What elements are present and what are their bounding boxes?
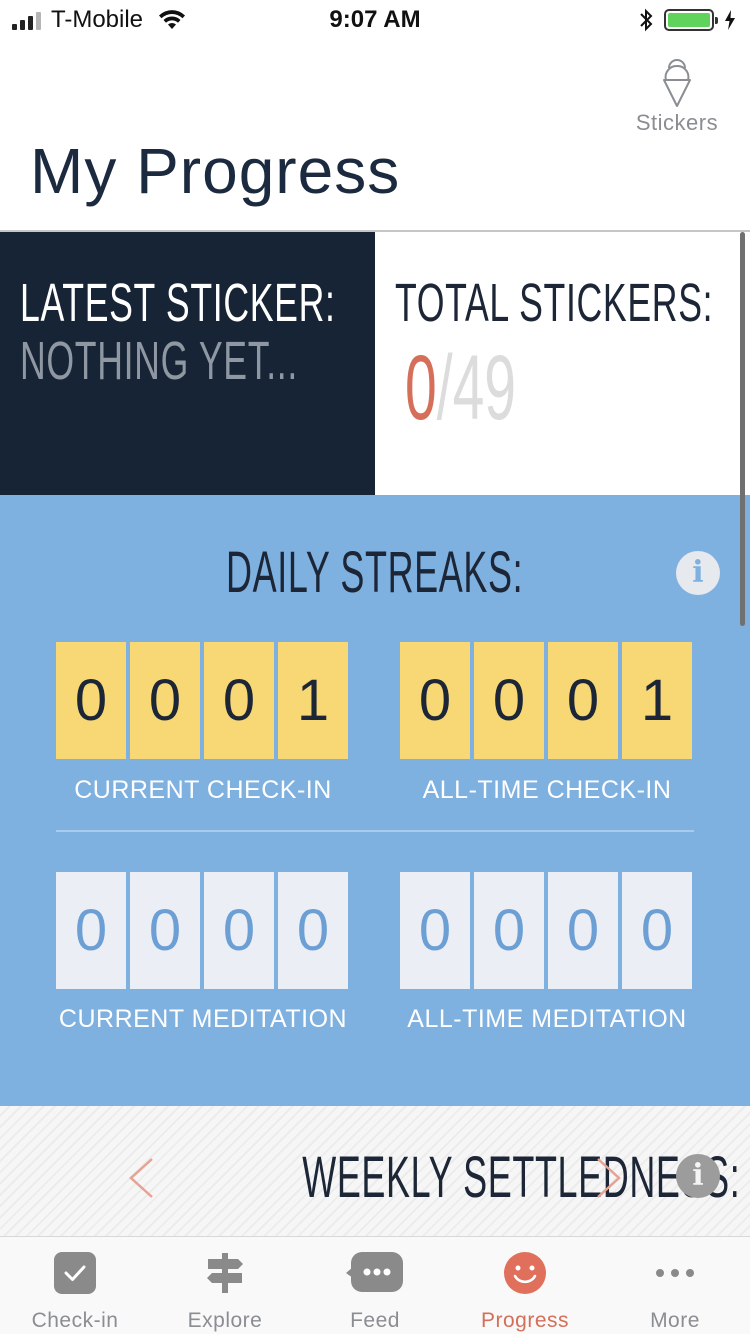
tab-progress[interactable]: Progress	[450, 1237, 600, 1334]
digit: 1	[278, 642, 348, 759]
chat-bubble-icon	[346, 1252, 403, 1292]
total-stickers-heading: TOTAL STICKERS:	[395, 273, 714, 333]
digit: 0	[400, 872, 470, 989]
tab-feed[interactable]: Feed	[300, 1237, 450, 1334]
tab-explore[interactable]: Explore	[150, 1237, 300, 1334]
scroll-indicator[interactable]	[740, 232, 745, 626]
stickers-available: 49	[452, 337, 517, 439]
latest-sticker-heading: LATEST STICKER:	[20, 273, 336, 333]
tab-label: More	[650, 1309, 700, 1332]
stickers-label: Stickers	[635, 110, 719, 135]
total-stickers-panel[interactable]: TOTAL STICKERS: 0/49	[375, 232, 750, 495]
page-title: My Progress	[30, 135, 401, 207]
tab-label: Explore	[187, 1309, 263, 1332]
alltime-meditation-label: ALL-TIME MEDITATION	[407, 1005, 687, 1033]
digit: 0	[56, 872, 126, 989]
check-in-icon	[54, 1252, 96, 1294]
stickers-earned: 0	[405, 337, 437, 439]
signpost-icon	[207, 1253, 243, 1293]
stickers-separator: /	[436, 337, 453, 439]
digit: 0	[204, 872, 274, 989]
digit: 0	[130, 872, 200, 989]
digit: 0	[548, 872, 618, 989]
alltime-checkin-label: ALL-TIME CHECK-IN	[422, 776, 672, 804]
daily-streaks-section: DAILY STREAKS: i 0 0 0 1 CURRENT CHECK-I…	[0, 495, 750, 1106]
tab-more[interactable]: More	[600, 1237, 750, 1334]
more-dots-icon	[656, 1269, 694, 1277]
current-checkin-counter: 0 0 0 1	[56, 642, 348, 759]
next-week-arrow-icon[interactable]	[594, 1156, 624, 1200]
daily-streaks-info-icon[interactable]: i	[676, 551, 720, 595]
digit: 1	[622, 642, 692, 759]
tab-label: Check-in	[31, 1309, 119, 1332]
latest-sticker-value: NOTHING YET...	[20, 331, 298, 391]
weekly-settledness-section: WEEKLY SETTLEDNESS: i	[0, 1106, 750, 1236]
current-meditation-counter: 0 0 0 0	[56, 872, 348, 989]
tab-check-in[interactable]: Check-in	[0, 1237, 150, 1334]
ice-cream-icon	[663, 59, 691, 107]
daily-streaks-heading: DAILY STREAKS:	[226, 540, 524, 605]
status-bar: T-Mobile 9:07 AM	[0, 0, 750, 40]
digit: 0	[204, 642, 274, 759]
streaks-divider	[56, 830, 694, 832]
previous-week-arrow-icon[interactable]	[126, 1156, 156, 1200]
smiley-icon	[504, 1252, 546, 1294]
digit: 0	[474, 642, 544, 759]
digit: 0	[474, 872, 544, 989]
alltime-checkin-counter: 0 0 0 1	[400, 642, 692, 759]
digit: 0	[130, 642, 200, 759]
current-meditation-label: CURRENT MEDITATION	[58, 1005, 348, 1033]
total-stickers-count: 0/49	[405, 336, 516, 441]
digit: 0	[622, 872, 692, 989]
stickers-button[interactable]: Stickers	[632, 58, 722, 136]
tab-label: Feed	[350, 1309, 400, 1332]
alltime-meditation-counter: 0 0 0 0	[400, 872, 692, 989]
weekly-settledness-info-icon[interactable]: i	[676, 1154, 720, 1198]
digit: 0	[278, 872, 348, 989]
current-checkin-label: CURRENT CHECK-IN	[74, 776, 332, 804]
bluetooth-icon	[640, 8, 653, 32]
digit: 0	[56, 642, 126, 759]
tab-label: Progress	[480, 1309, 570, 1332]
weekly-settledness-heading: WEEKLY SETTLEDNESS:	[302, 1145, 741, 1210]
latest-sticker-panel[interactable]: LATEST STICKER: NOTHING YET...	[0, 232, 375, 495]
digit: 0	[548, 642, 618, 759]
digit: 0	[400, 642, 470, 759]
battery-icon	[664, 9, 718, 31]
tab-bar: Check-in Explore Feed Progress More	[0, 1236, 750, 1334]
charging-bolt-icon	[725, 10, 735, 30]
status-right	[638, 8, 736, 32]
